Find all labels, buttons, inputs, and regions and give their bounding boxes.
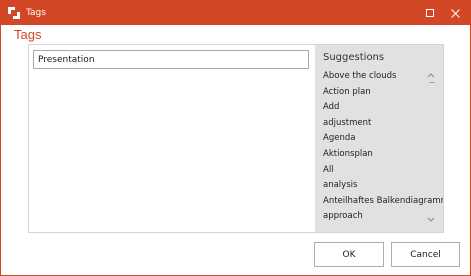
- tag-input[interactable]: [33, 50, 309, 69]
- scrollbar-thumb[interactable]: [429, 82, 435, 83]
- suggestions-panel: Suggestions Above the clouds Action plan…: [315, 45, 443, 232]
- dialog-heading: Tags: [14, 27, 42, 42]
- suggestion-item[interactable]: Action plan: [323, 85, 439, 101]
- suggestion-item[interactable]: analysis: [323, 178, 439, 194]
- suggestion-item[interactable]: approach: [323, 209, 439, 225]
- maximize-icon: [426, 9, 434, 17]
- title-bar[interactable]: Tags: [1, 1, 470, 25]
- ok-button[interactable]: OK: [314, 242, 384, 267]
- scroll-down-icon[interactable]: [427, 216, 435, 226]
- suggestion-item[interactable]: Anteilhaftes Balkendiagramm: [323, 194, 443, 210]
- suggestion-item[interactable]: All: [323, 163, 439, 179]
- suggestion-item[interactable]: Add: [323, 100, 439, 116]
- close-button[interactable]: [444, 1, 466, 25]
- suggestions-list: Above the clouds Action plan Add adjustm…: [323, 69, 443, 225]
- suggestion-item[interactable]: adjustment: [323, 116, 439, 132]
- close-icon: [450, 8, 460, 18]
- suggestion-item[interactable]: Agenda: [323, 131, 439, 147]
- window-title: Tags: [26, 8, 46, 18]
- scroll-up-icon[interactable]: [427, 71, 435, 81]
- tags-dialog-window: Tags Tags Suggestions Above the clouds A…: [0, 0, 471, 276]
- app-logo-icon: [8, 7, 20, 19]
- suggestion-item[interactable]: Above the clouds: [323, 69, 439, 85]
- suggestions-header: Suggestions: [323, 52, 385, 63]
- maximize-button[interactable]: [420, 1, 440, 25]
- cancel-button[interactable]: Cancel: [391, 242, 460, 267]
- suggestion-item[interactable]: Aktionsplan: [323, 147, 439, 163]
